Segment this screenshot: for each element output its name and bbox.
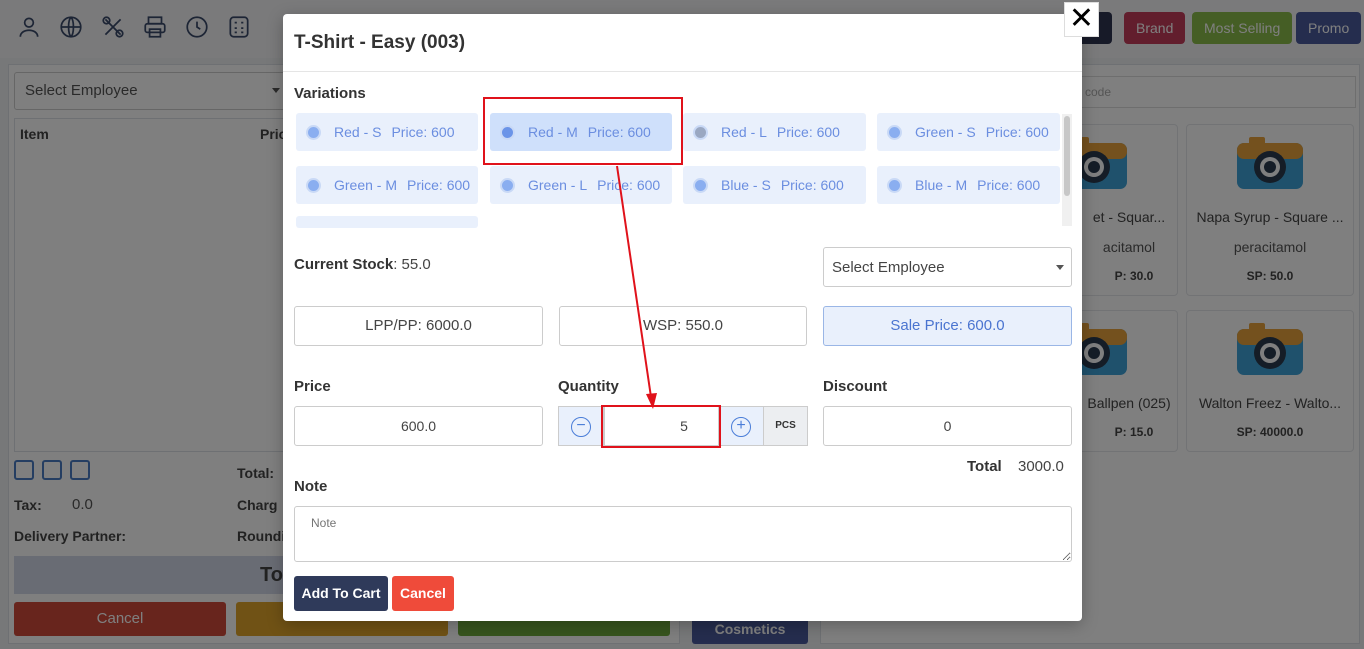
discount-input[interactable]: 0 — [823, 406, 1072, 446]
variation-option[interactable]: Red - L Price: 600 — [683, 113, 866, 151]
caret-down-icon — [1056, 265, 1064, 270]
radio-icon — [500, 178, 515, 193]
quantity-unit: PCS — [763, 406, 808, 446]
radio-icon — [887, 125, 902, 140]
variations-label: Variations — [294, 85, 366, 102]
radio-icon — [306, 178, 321, 193]
variation-price: Price: 600 — [391, 124, 455, 140]
wsp-price-box[interactable]: WSP: 550.0 — [559, 306, 807, 346]
lpp-price-box[interactable]: LPP/PP: 6000.0 — [294, 306, 543, 346]
plus-icon: + — [731, 417, 751, 437]
increment-button[interactable]: + — [718, 406, 764, 446]
price-input[interactable]: 600.0 — [294, 406, 543, 446]
variation-option[interactable]: Green - S Price: 600 — [877, 113, 1060, 151]
variation-name: Green - M — [334, 177, 398, 193]
current-stock-label: Current Stock — [294, 256, 394, 273]
variations-scrollbar[interactable] — [1062, 114, 1072, 226]
modal-header: T-Shirt - Easy (003) — [283, 14, 1082, 72]
note-label: Note — [294, 478, 328, 495]
variation-option[interactable]: Green - M Price: 600 — [296, 166, 478, 204]
add-to-cart-button[interactable]: Add To Cart — [294, 576, 388, 611]
total-value: 3000.0 — [1018, 458, 1064, 475]
variation-name: Blue - S — [721, 177, 771, 193]
variation-option[interactable]: Green - L Price: 600 — [490, 166, 672, 204]
variation-name: Red - L — [721, 124, 767, 140]
radio-icon — [693, 178, 708, 193]
quantity-label: Quantity — [558, 378, 619, 395]
modal-employee-select[interactable]: Select Employee — [823, 247, 1072, 287]
current-stock-value: : 55.0 — [393, 256, 431, 273]
variation-option[interactable]: Red - S Price: 600 — [296, 113, 478, 151]
radio-icon — [306, 125, 321, 140]
modal-title: T-Shirt - Easy (003) — [294, 32, 466, 53]
note-textarea[interactable] — [294, 506, 1072, 562]
variation-price: Price: 600 — [597, 177, 661, 193]
variation-price: Price: 600 — [985, 124, 1049, 140]
variation-option-partial[interactable] — [296, 216, 478, 228]
variation-option[interactable]: Blue - S Price: 600 — [683, 166, 866, 204]
cancel-button[interactable]: Cancel — [392, 576, 454, 611]
sale-price-box[interactable]: Sale Price: 600.0 — [823, 306, 1072, 346]
variation-name: Blue - M — [915, 177, 968, 193]
radio-icon — [693, 125, 708, 140]
variation-price: Price: 600 — [780, 177, 844, 193]
discount-label: Discount — [823, 378, 888, 395]
minus-icon: − — [571, 417, 591, 437]
variation-price: Price: 600 — [977, 177, 1041, 193]
annotation-highlight-variation — [483, 97, 683, 165]
variation-name: Red - S — [334, 124, 382, 140]
annotation-highlight-quantity — [601, 405, 721, 448]
variation-price: Price: 600 — [776, 124, 840, 140]
current-stock: Current Stock: 55.0 — [294, 256, 431, 273]
scrollbar-thumb[interactable] — [1064, 116, 1070, 196]
variation-option[interactable]: Blue - M Price: 600 — [877, 166, 1060, 204]
total-label: Total — [967, 458, 1002, 475]
variation-price: Price: 600 — [407, 177, 471, 193]
variation-name: Green - S — [915, 124, 976, 140]
close-icon[interactable]: ✕ — [1064, 2, 1099, 37]
decrement-button[interactable]: − — [558, 406, 604, 446]
modal-employee-select-label: Select Employee — [832, 259, 945, 276]
radio-icon — [887, 178, 902, 193]
price-label: Price — [294, 378, 331, 395]
variation-name: Green - L — [528, 177, 588, 193]
